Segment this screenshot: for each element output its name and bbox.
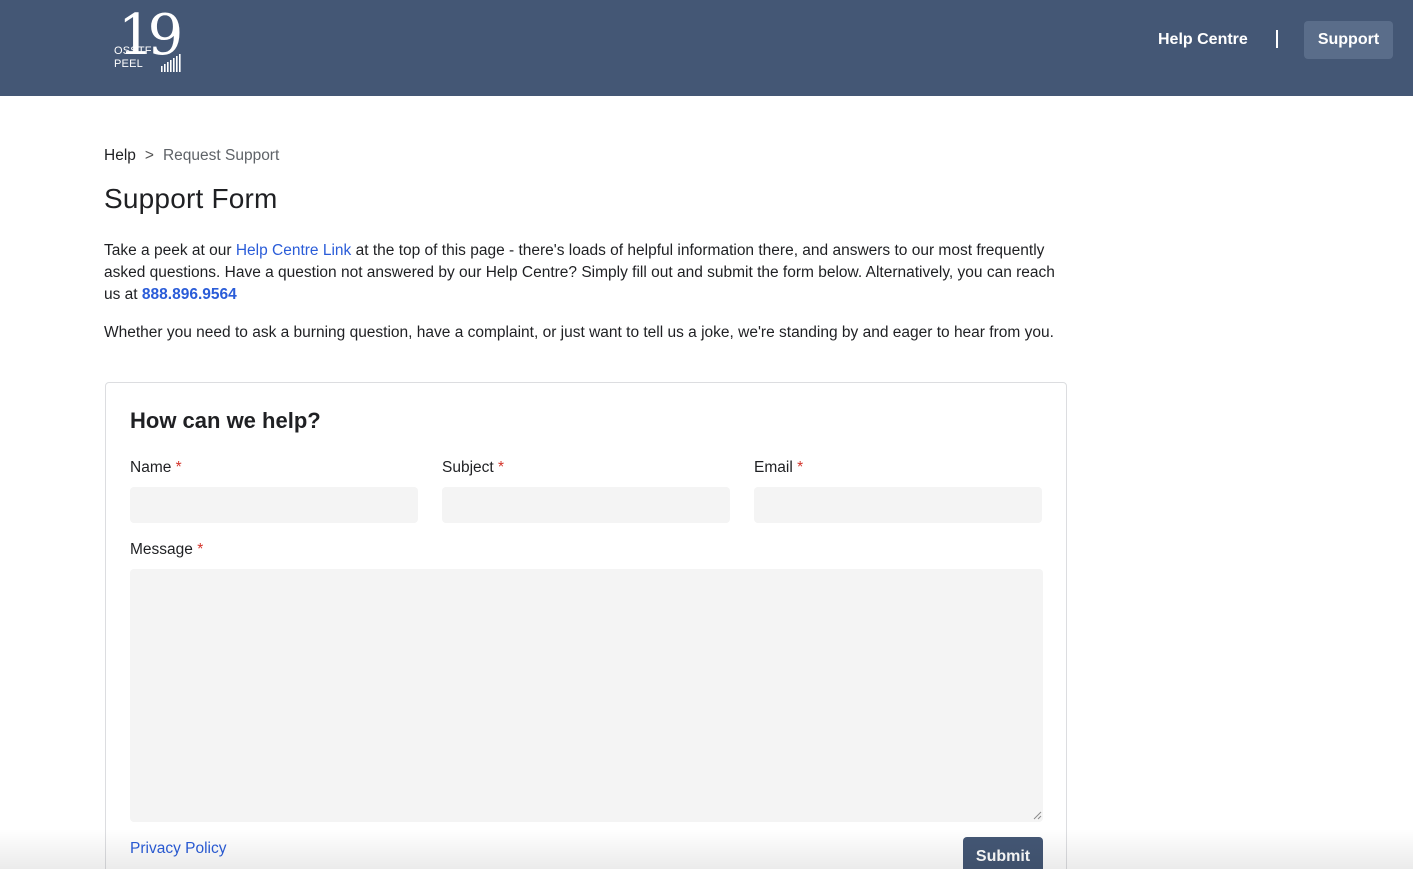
breadcrumb-separator: >	[144, 147, 154, 164]
message-label-text: Message	[130, 541, 193, 558]
nav-separator	[1276, 30, 1278, 48]
required-marker: *	[498, 459, 505, 476]
phone-number-link[interactable]: 888.896.9564	[142, 286, 237, 303]
subject-input[interactable]	[442, 487, 730, 523]
privacy-policy-link[interactable]: Privacy Policy	[130, 839, 226, 859]
name-label: Name *	[130, 458, 182, 478]
message-textarea[interactable]	[130, 569, 1043, 822]
breadcrumb-current: Request Support	[162, 147, 280, 164]
subject-label: Subject *	[442, 458, 504, 478]
email-input[interactable]	[754, 487, 1042, 523]
top-navigation-bar: 19 OSSTF PEEL Help Centre Support	[0, 0, 1413, 96]
email-label-text: Email	[754, 459, 793, 476]
name-input[interactable]	[130, 487, 418, 523]
textarea-resize-grip-icon[interactable]	[1033, 811, 1042, 820]
logo-peel-text: PEEL	[114, 58, 143, 70]
submit-button[interactable]: Submit	[963, 837, 1043, 869]
message-label: Message *	[130, 540, 203, 560]
page-title: Support Form	[104, 183, 278, 214]
nav-help-centre-link[interactable]: Help Centre	[1158, 30, 1248, 50]
subject-label-text: Subject	[442, 459, 494, 476]
invitation-paragraph: Whether you need to ask a burning questi…	[104, 324, 1054, 341]
help-centre-inline-link[interactable]: Help Centre Link	[236, 242, 351, 259]
logo-bars-graphic	[161, 54, 181, 72]
support-form-card: How can we help? Name * Subject * Email …	[105, 382, 1067, 869]
logo-osstf-text: OSSTF	[114, 45, 152, 57]
nav-support-button[interactable]: Support	[1304, 21, 1393, 59]
required-marker: *	[797, 459, 804, 476]
name-label-text: Name	[130, 459, 172, 476]
email-label: Email *	[754, 458, 803, 478]
intro-text-start: Take a peek at our	[104, 242, 236, 259]
breadcrumb: Help > Request Support	[104, 146, 279, 166]
osstf-peel-logo[interactable]: 19 OSSTF PEEL	[112, 6, 184, 74]
form-title: How can we help?	[130, 408, 321, 433]
intro-paragraph: Take a peek at our Help Centre Link at t…	[104, 240, 1066, 306]
breadcrumb-help-link[interactable]: Help	[104, 147, 136, 164]
required-marker: *	[175, 459, 182, 476]
required-marker: *	[197, 541, 204, 558]
